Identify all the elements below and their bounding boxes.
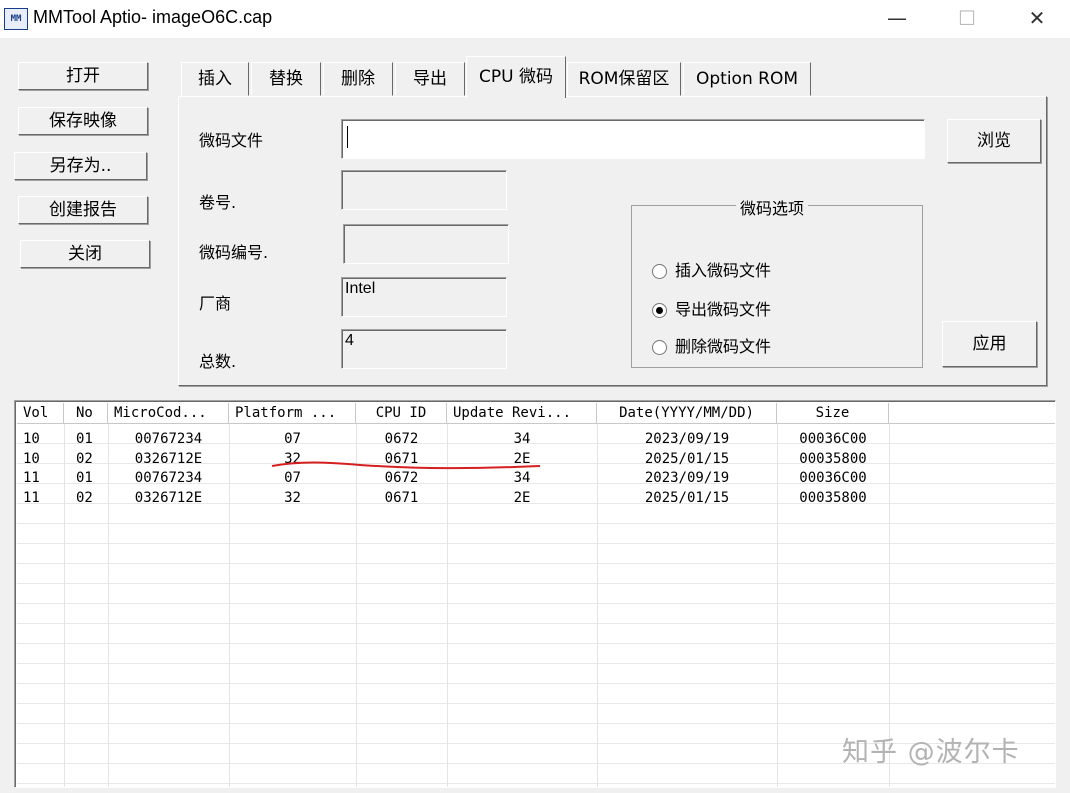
microcode-no-label: 微码编号.	[199, 243, 269, 262]
microcode-no-field	[343, 224, 509, 264]
cell-cpu-id: 0672	[384, 470, 419, 486]
cell-size: 00036C00	[799, 470, 867, 486]
column-header-date[interactable]: Date(YYYY/MM/DD)	[597, 403, 777, 424]
close-button[interactable]: 关闭	[20, 240, 150, 268]
cell-microcode: 00767234	[134, 470, 203, 486]
vendor-field: Intel	[341, 277, 507, 317]
tab-cpu-microcode[interactable]: CPU 微码	[466, 56, 566, 98]
title-bar: MM MMTool Aptio- imageO6C.cap — ☐ ✕	[0, 0, 1070, 38]
cell-platform: 32	[284, 489, 301, 506]
tab-insert[interactable]: 插入	[181, 62, 249, 96]
column-header-update-revision[interactable]: Update Revi...	[447, 403, 597, 424]
open-button[interactable]: 打开	[18, 62, 148, 90]
apply-button[interactable]: 应用	[942, 321, 1037, 367]
cell-microcode: 0326712E	[134, 450, 203, 467]
cell-platform: 07	[284, 470, 301, 486]
table-body: 10 01 00767234 07 0672 34 2023/09/19 00036C00 10…	[17, 430, 889, 508]
tab-export[interactable]: 导出	[395, 62, 465, 96]
table-row[interactable]: 10 01 00767234 07 0672 34 2023/09/19 00036C00	[17, 430, 889, 450]
column-header-size[interactable]: Size	[777, 403, 889, 424]
table-row[interactable]: 11 02 0326712E 32 0671 2E 2025/01/15 00035800	[17, 489, 889, 509]
tab-rom-reserved[interactable]: ROM保留区	[567, 62, 681, 96]
create-report-button[interactable]: 创建报告	[18, 196, 148, 224]
column-header-microcode[interactable]: MicroCod...	[108, 403, 229, 424]
radio-export-microcode[interactable]: 导出微码文件	[652, 296, 771, 320]
cell-update-revision: 2E	[513, 450, 531, 467]
browse-button[interactable]: 浏览	[947, 119, 1041, 163]
microcode-file-input[interactable]	[341, 119, 925, 159]
cell-date: 2023/09/19	[644, 431, 730, 447]
save-image-button[interactable]: 保存映像	[18, 107, 148, 135]
cell-platform: 07	[284, 431, 301, 447]
minimize-button[interactable]: —	[862, 0, 932, 38]
save-as-button[interactable]: 另存为..	[14, 152, 147, 180]
cell-platform: 32	[284, 450, 301, 467]
tab-replace[interactable]: 替换	[251, 62, 321, 96]
table-header: Vol No MicroCod... Platform ... CPU ID U…	[17, 403, 1055, 424]
cell-update-revision: 34	[513, 470, 531, 486]
cell-update-revision: 2E	[513, 489, 531, 506]
options-group-title: 微码选项	[736, 195, 809, 219]
cell-no: 02	[76, 450, 93, 467]
cell-size: 00036C00	[799, 431, 867, 447]
cell-vol: 11	[23, 470, 40, 486]
column-header-cpu-id[interactable]: CPU ID	[356, 403, 447, 424]
microcode-options-group: 微码选项 插入微码文件 导出微码文件 删除微码文件	[631, 195, 923, 368]
window-title: MMTool Aptio- imageO6C.cap	[33, 7, 273, 27]
cell-no: 01	[76, 431, 93, 447]
cell-size: 00035800	[799, 450, 867, 467]
cell-microcode: 00767234	[134, 431, 203, 447]
app-icon: MM	[4, 8, 28, 30]
radio-button-icon[interactable]	[652, 340, 667, 355]
column-header-vol[interactable]: Vol	[17, 403, 64, 424]
cell-no: 01	[76, 470, 93, 486]
vendor-label: 厂商	[199, 294, 232, 313]
radio-insert-microcode[interactable]: 插入微码文件	[652, 257, 771, 281]
table-row[interactable]: 10 02 0326712E 32 0671 2E 2025/01/15 00035800	[17, 450, 889, 470]
volume-field	[341, 170, 507, 210]
column-header-no[interactable]: No	[64, 403, 108, 424]
cell-date: 2025/01/15	[644, 489, 730, 506]
tab-delete[interactable]: 删除	[323, 62, 393, 96]
microcode-file-label: 微码文件	[199, 131, 264, 150]
close-window-button[interactable]: ✕	[1002, 0, 1070, 38]
column-header-platform[interactable]: Platform ...	[229, 403, 356, 424]
column-header-filler	[889, 403, 1055, 424]
cell-no: 02	[76, 489, 93, 506]
table-row[interactable]: 11 01 00767234 07 0672 34 2023/09/19 00036C00	[17, 469, 889, 489]
radio-button-icon[interactable]	[652, 264, 667, 279]
cell-update-revision: 34	[513, 431, 531, 447]
cell-date: 2025/01/15	[644, 450, 730, 467]
radio-button-checked-icon[interactable]	[652, 303, 667, 318]
cell-microcode: 0326712E	[134, 489, 203, 506]
watermark-text: 知乎 @波尔卡	[842, 737, 1020, 768]
cell-size: 00035800	[799, 489, 867, 506]
radio-delete-microcode[interactable]: 删除微码文件	[652, 333, 771, 357]
cell-vol: 10	[23, 431, 40, 447]
cell-cpu-id: 0672	[384, 431, 419, 447]
volume-label: 卷号.	[199, 193, 237, 212]
cell-vol: 11	[23, 489, 40, 506]
cpu-microcode-panel: 微码文件 浏览 卷号. 微码编号. 厂商 Intel 总数. 4 微码选项 插入…	[178, 96, 1047, 386]
total-field: 4	[341, 329, 507, 369]
tab-option-rom[interactable]: Option ROM	[683, 62, 811, 96]
text-caret	[347, 126, 348, 148]
maximize-button[interactable]: ☐	[932, 0, 1002, 38]
cell-cpu-id: 0671	[384, 489, 419, 506]
cell-date: 2023/09/19	[644, 470, 730, 486]
total-label: 总数.	[199, 352, 237, 371]
cell-cpu-id: 0671	[384, 450, 419, 467]
cell-vol: 10	[23, 450, 40, 467]
